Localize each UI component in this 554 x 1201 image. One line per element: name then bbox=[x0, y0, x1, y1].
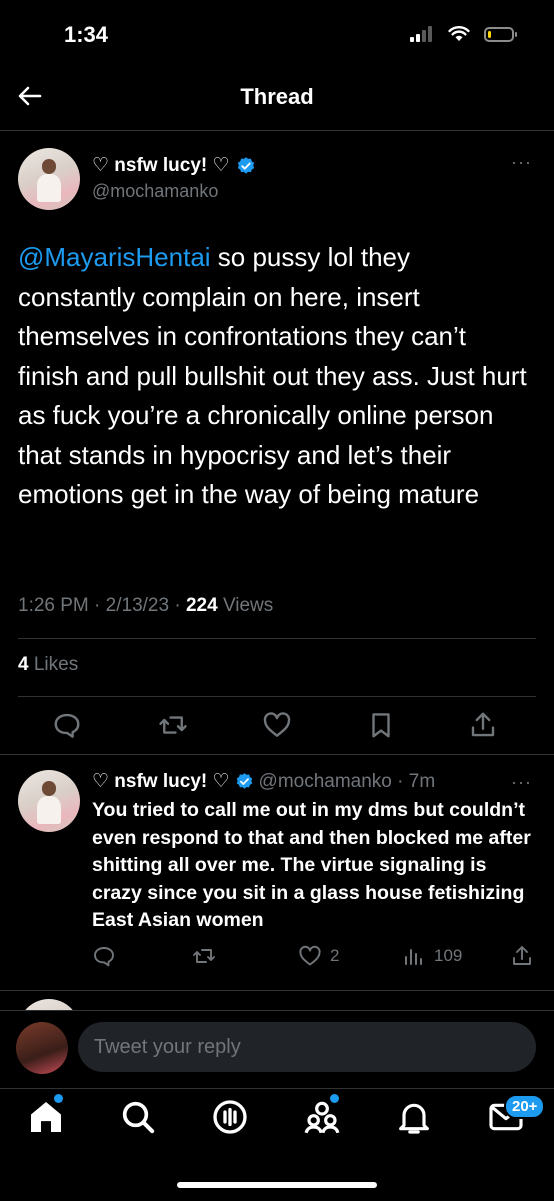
reply-input[interactable] bbox=[78, 1022, 536, 1072]
views-label: Views bbox=[222, 595, 274, 616]
communities-icon[interactable] bbox=[302, 1097, 342, 1137]
notifications-bell-icon[interactable] bbox=[394, 1097, 434, 1137]
bookmark-icon[interactable] bbox=[366, 710, 396, 740]
more-options-button[interactable]: ··· bbox=[511, 152, 532, 173]
likes-row[interactable]: 4 Likes bbox=[18, 654, 78, 676]
retweet-icon[interactable] bbox=[158, 710, 188, 740]
reply-text: You tried to call me out in my dms but c… bbox=[92, 799, 531, 931]
like-icon[interactable] bbox=[262, 710, 292, 740]
retweet-button[interactable] bbox=[192, 944, 216, 968]
likes-label: Likes bbox=[33, 654, 79, 675]
like-icon bbox=[299, 945, 321, 966]
reply-age: 7m bbox=[408, 770, 436, 792]
display-name: ♡ nsfw lucy! ♡ bbox=[92, 155, 230, 176]
avatar[interactable] bbox=[18, 770, 80, 832]
author-handle: @mochamanko bbox=[258, 770, 392, 792]
messages-badge: 20+ bbox=[504, 1094, 546, 1119]
battery-icon bbox=[484, 26, 517, 42]
views-count: 224 bbox=[185, 595, 218, 616]
status-time: 1:34 bbox=[64, 22, 109, 47]
page-title: Thread bbox=[240, 84, 314, 109]
author-handle[interactable]: @mochamanko bbox=[92, 181, 218, 202]
notification-dot bbox=[54, 1094, 63, 1103]
divider bbox=[18, 696, 536, 697]
home-icon[interactable] bbox=[26, 1097, 66, 1137]
notification-dot bbox=[330, 1094, 339, 1103]
mention-link[interactable]: @MayarisHentai bbox=[18, 242, 211, 272]
divider bbox=[18, 638, 536, 639]
home-indicator bbox=[177, 1182, 377, 1188]
more-options-button[interactable]: ··· bbox=[511, 772, 532, 793]
tweet-date: 2/13/23 bbox=[105, 595, 170, 616]
search-icon[interactable] bbox=[118, 1097, 158, 1137]
avatar[interactable] bbox=[16, 1022, 68, 1074]
verified-badge-icon bbox=[236, 773, 252, 789]
display-name: ♡ nsfw lucy! ♡ bbox=[92, 771, 230, 792]
verified-badge-icon bbox=[237, 156, 254, 174]
reply-button[interactable] bbox=[92, 944, 116, 968]
divider bbox=[0, 130, 554, 131]
likes-count: 4 bbox=[18, 654, 29, 675]
cellular-signal-icon bbox=[410, 26, 432, 42]
like-button[interactable]: 2 bbox=[298, 944, 339, 968]
header: Thread bbox=[0, 62, 554, 130]
reply-icon bbox=[94, 947, 114, 967]
tweet-body: so pussy lol they constantly complain on… bbox=[18, 242, 527, 509]
view-count: 109 bbox=[434, 946, 463, 965]
author-name[interactable]: ♡ nsfw lucy! ♡ bbox=[92, 154, 256, 177]
analytics-icon bbox=[405, 949, 422, 965]
tweet-time: 1:26 PM bbox=[18, 595, 89, 616]
avatar[interactable] bbox=[18, 148, 80, 210]
divider bbox=[0, 754, 554, 755]
tweet-text: @MayarisHentai so pussy lol they constan… bbox=[18, 238, 528, 515]
views-button[interactable]: 109 bbox=[402, 944, 462, 968]
share-icon[interactable] bbox=[468, 710, 498, 740]
like-count: 2 bbox=[330, 946, 340, 965]
retweet-icon bbox=[193, 949, 215, 963]
share-icon[interactable] bbox=[510, 944, 534, 968]
reply-header[interactable]: ♡ nsfw lucy! ♡ @mochamanko · 7m bbox=[92, 770, 435, 793]
status-icons bbox=[410, 26, 517, 42]
reply-icon[interactable] bbox=[52, 710, 82, 740]
wifi-icon bbox=[448, 26, 470, 41]
spaces-icon[interactable] bbox=[210, 1097, 250, 1137]
tweet-meta: 1:26 PM · 2/13/23 · 224 Views bbox=[18, 595, 274, 616]
